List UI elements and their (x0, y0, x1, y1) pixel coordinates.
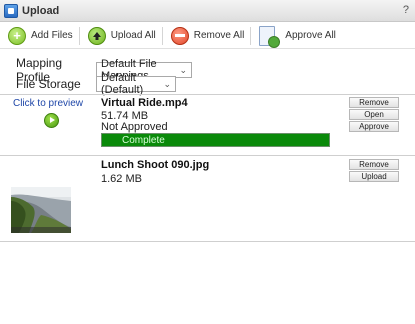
upload-button[interactable]: Upload (349, 171, 399, 182)
approve-all-button[interactable]: Approve All (259, 25, 336, 48)
chevron-down-icon: ⌄ (163, 78, 171, 89)
preview-link[interactable]: Click to preview (10, 98, 86, 109)
file-storage-row: File Storage Default (Default) ⌄ (16, 72, 176, 96)
plus-circle-icon: + (8, 26, 26, 45)
window-title: Upload (22, 4, 60, 17)
file-storage-label: File Storage (16, 77, 81, 91)
remove-button[interactable]: Remove (349, 159, 399, 170)
file-name: Virtual Ride.mp4 (101, 97, 188, 109)
upload-app-icon (4, 3, 18, 18)
remove-button[interactable]: Remove (349, 97, 399, 108)
up-arrow-circle-icon (87, 26, 106, 45)
file-size: 1.62 MB (101, 173, 142, 185)
remove-all-button[interactable]: Remove All (170, 26, 245, 45)
upload-all-label: Upload All (110, 30, 156, 41)
help-button[interactable]: ? (403, 4, 409, 16)
add-files-label: Add Files (31, 30, 73, 41)
open-button[interactable]: Open (349, 109, 399, 120)
toolbar-separator (161, 26, 163, 45)
approve-all-label: Approve All (285, 30, 336, 41)
approval-status: Not Approved (101, 121, 168, 133)
window-titlebar: Upload ? (0, 0, 415, 22)
toolbar-separator (250, 26, 252, 45)
toolbar: + Add Files Upload All Remove All Approv… (0, 23, 415, 49)
remove-all-label: Remove All (193, 30, 245, 41)
file-name: Lunch Shoot 090.jpg (101, 159, 210, 171)
approve-button[interactable]: Approve (349, 121, 399, 132)
file-storage-select[interactable]: Default (Default) ⌄ (96, 72, 176, 96)
document-check-icon (259, 25, 281, 48)
add-files-button[interactable]: + Add Files (8, 26, 73, 45)
image-thumbnail (11, 187, 71, 233)
divider (0, 94, 415, 95)
minus-circle-icon (170, 26, 189, 45)
play-icon[interactable] (44, 113, 59, 128)
progress-label: Complete (122, 134, 165, 146)
toolbar-separator (78, 26, 80, 45)
chevron-down-icon: ⌄ (179, 64, 187, 75)
upload-all-button[interactable]: Upload All (87, 26, 156, 45)
progress-fill: Complete (102, 134, 329, 146)
divider (0, 155, 415, 156)
upload-progress-bar: Complete (101, 133, 330, 147)
divider (0, 241, 415, 242)
file-storage-value: Default (Default) (101, 72, 144, 96)
